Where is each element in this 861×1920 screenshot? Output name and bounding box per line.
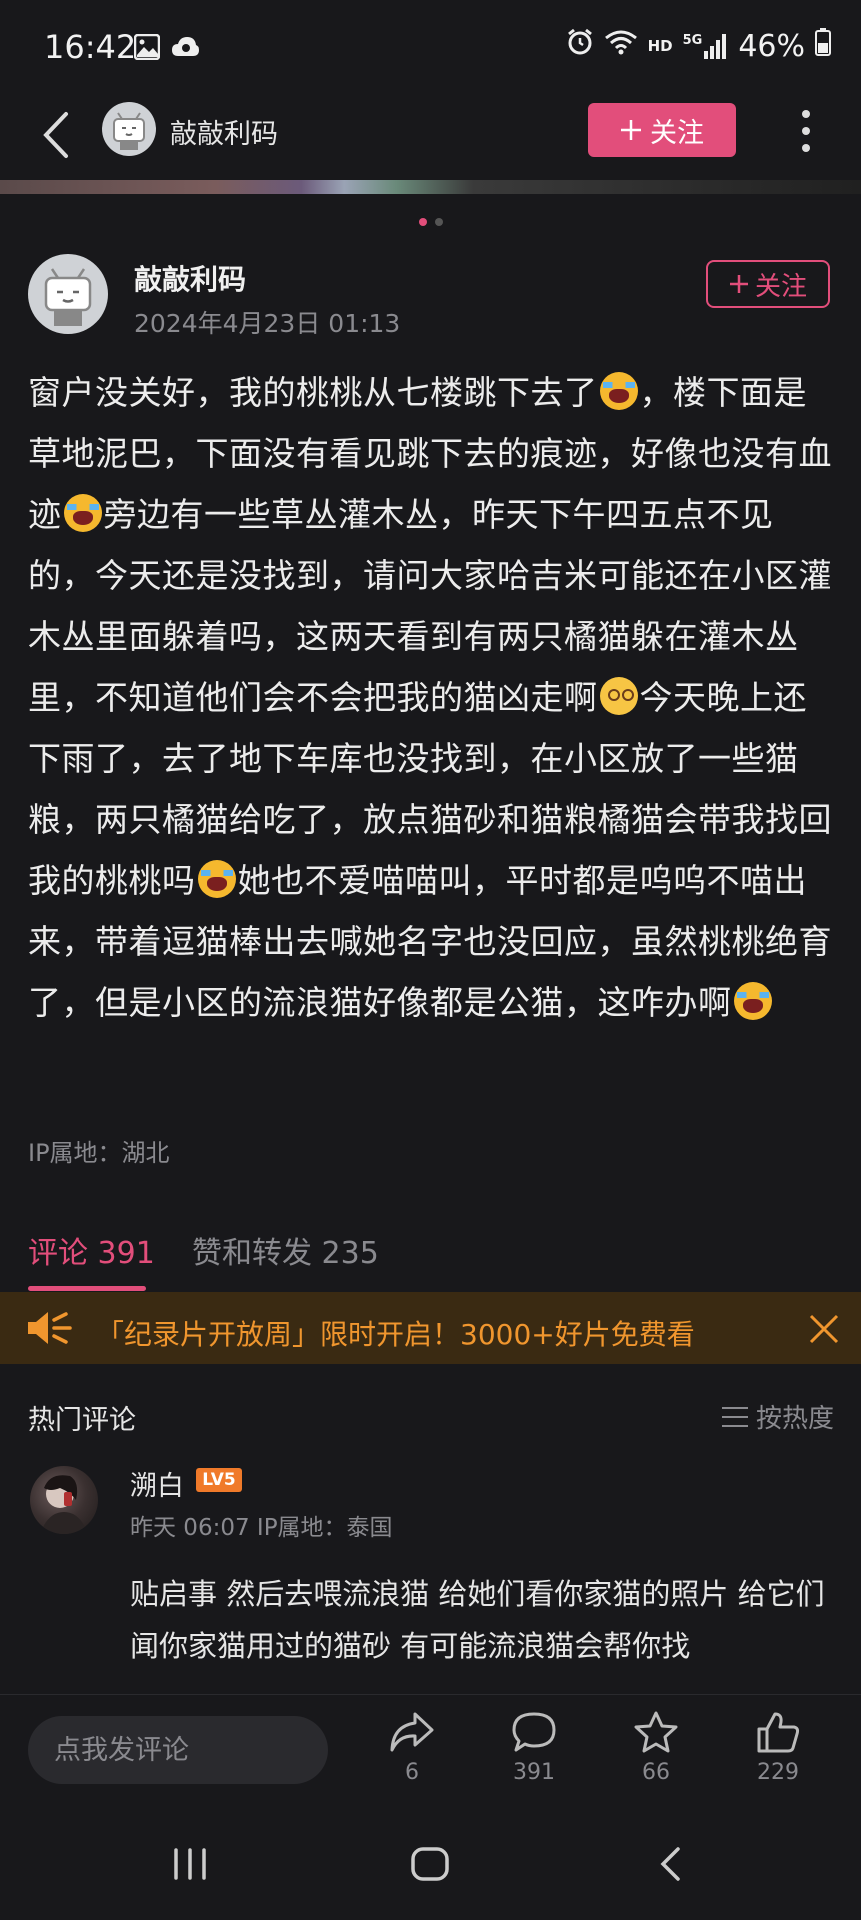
recent-apps-icon bbox=[174, 1848, 206, 1880]
tv-mascot-icon bbox=[44, 268, 92, 326]
sort-label: 按热度 bbox=[756, 1404, 835, 1434]
chevron-left-icon bbox=[660, 1847, 680, 1881]
plus-icon bbox=[729, 275, 748, 293]
image-notification-icon bbox=[133, 33, 161, 64]
author-name[interactable]: 敲敲利码 bbox=[134, 258, 246, 298]
share-button[interactable]: 6 bbox=[372, 1710, 452, 1785]
like-count: 229 bbox=[757, 1760, 799, 1785]
cloud-sync-icon bbox=[170, 34, 200, 64]
crying-face-icon bbox=[733, 982, 772, 1020]
top-avatar[interactable] bbox=[102, 102, 156, 156]
top-username[interactable]: 敲敲利码 bbox=[170, 112, 278, 151]
status-bar: 16:42 HD 5G 46% bbox=[0, 0, 861, 96]
top-follow-label: 关注 bbox=[650, 117, 704, 148]
comment-input[interactable] bbox=[28, 1716, 328, 1784]
battery-icon bbox=[815, 28, 831, 64]
share-icon bbox=[390, 1712, 434, 1752]
author-avatar[interactable] bbox=[28, 254, 108, 334]
like-button[interactable]: 229 bbox=[738, 1710, 818, 1785]
wifi-icon bbox=[604, 28, 638, 64]
comment-count: 391 bbox=[513, 1760, 555, 1785]
post-body: 窗户没关好，我的桃桃从七楼跳下去了 ，楼下面是草地泥巴，下面没有看见跳下去的痕迹，… bbox=[28, 362, 834, 1033]
banner-text[interactable]: 「纪录片开放周」限时开启！3000+好片免费看 bbox=[96, 1313, 695, 1353]
commenter-name[interactable]: 溯白 bbox=[130, 1464, 184, 1503]
tab-active-indicator bbox=[28, 1286, 146, 1291]
level-badge: LV5 bbox=[196, 1468, 242, 1492]
tab-likes-shares[interactable]: 赞和转发 235 bbox=[192, 1228, 379, 1272]
follow-button[interactable]: 关注 bbox=[706, 260, 830, 308]
recent-apps-button[interactable] bbox=[172, 1848, 208, 1884]
share-count: 6 bbox=[405, 1760, 419, 1785]
status-time: 16:42 bbox=[44, 28, 137, 66]
signal-icon: 5G bbox=[683, 33, 729, 59]
top-follow-button[interactable]: 关注 bbox=[588, 103, 736, 157]
plus-icon bbox=[621, 120, 641, 140]
star-icon bbox=[634, 1711, 678, 1753]
comment-text[interactable]: 贴启事 然后去喂流浪猫 给她们看你家猫的照片 给它们闻你家猫用过的猫砂 有可能流… bbox=[130, 1568, 840, 1672]
crying-face-icon bbox=[599, 372, 638, 410]
comment-meta: 昨天 06:07 IP属地：泰国 bbox=[130, 1515, 393, 1541]
hot-comments-title: 热门评论 bbox=[28, 1405, 136, 1436]
battery-percent: 46% bbox=[738, 28, 805, 64]
more-button[interactable] bbox=[796, 108, 816, 154]
back-button[interactable] bbox=[36, 110, 76, 160]
pager-dot bbox=[435, 218, 443, 226]
status-right: HD 5G 46% bbox=[566, 28, 831, 64]
crying-face-icon bbox=[63, 494, 102, 532]
sort-button[interactable]: 按热度 bbox=[722, 1398, 834, 1435]
post-date: 2024年4月23日 01:13 bbox=[134, 309, 401, 338]
comment-bubble-icon bbox=[512, 1712, 556, 1752]
alarm-icon bbox=[566, 28, 594, 64]
favorite-button[interactable]: 66 bbox=[616, 1710, 696, 1785]
home-button[interactable] bbox=[410, 1846, 450, 1886]
home-icon bbox=[411, 1847, 449, 1881]
thumbs-up-icon bbox=[757, 1712, 800, 1753]
more-vertical-icon bbox=[802, 110, 810, 152]
worried-face-icon bbox=[599, 677, 638, 715]
commenter-avatar[interactable] bbox=[30, 1466, 98, 1534]
post-text-1: 窗户没关好，我的桃桃从七楼跳下去了 bbox=[28, 373, 598, 412]
speaker-icon bbox=[26, 1308, 74, 1348]
menu-icon bbox=[722, 1406, 748, 1427]
chevron-left-icon bbox=[43, 112, 68, 158]
follow-label: 关注 bbox=[754, 270, 807, 301]
ip-location: IP属地：湖北 bbox=[28, 1139, 170, 1167]
comment-button[interactable]: 391 bbox=[494, 1710, 574, 1785]
tv-mascot-icon bbox=[113, 112, 145, 150]
pager-dot-active bbox=[419, 218, 427, 226]
image-pager-dots bbox=[419, 218, 443, 226]
close-icon bbox=[809, 1314, 839, 1344]
post-image-strip[interactable] bbox=[0, 180, 861, 194]
tab-comments[interactable]: 评论 391 bbox=[28, 1228, 155, 1272]
crying-face-icon bbox=[197, 860, 236, 898]
system-back-button[interactable] bbox=[658, 1846, 682, 1886]
avatar-image bbox=[40, 1475, 88, 1534]
hd-label: HD bbox=[647, 37, 673, 55]
banner-close-button[interactable] bbox=[808, 1313, 840, 1345]
favorite-count: 66 bbox=[642, 1760, 670, 1785]
